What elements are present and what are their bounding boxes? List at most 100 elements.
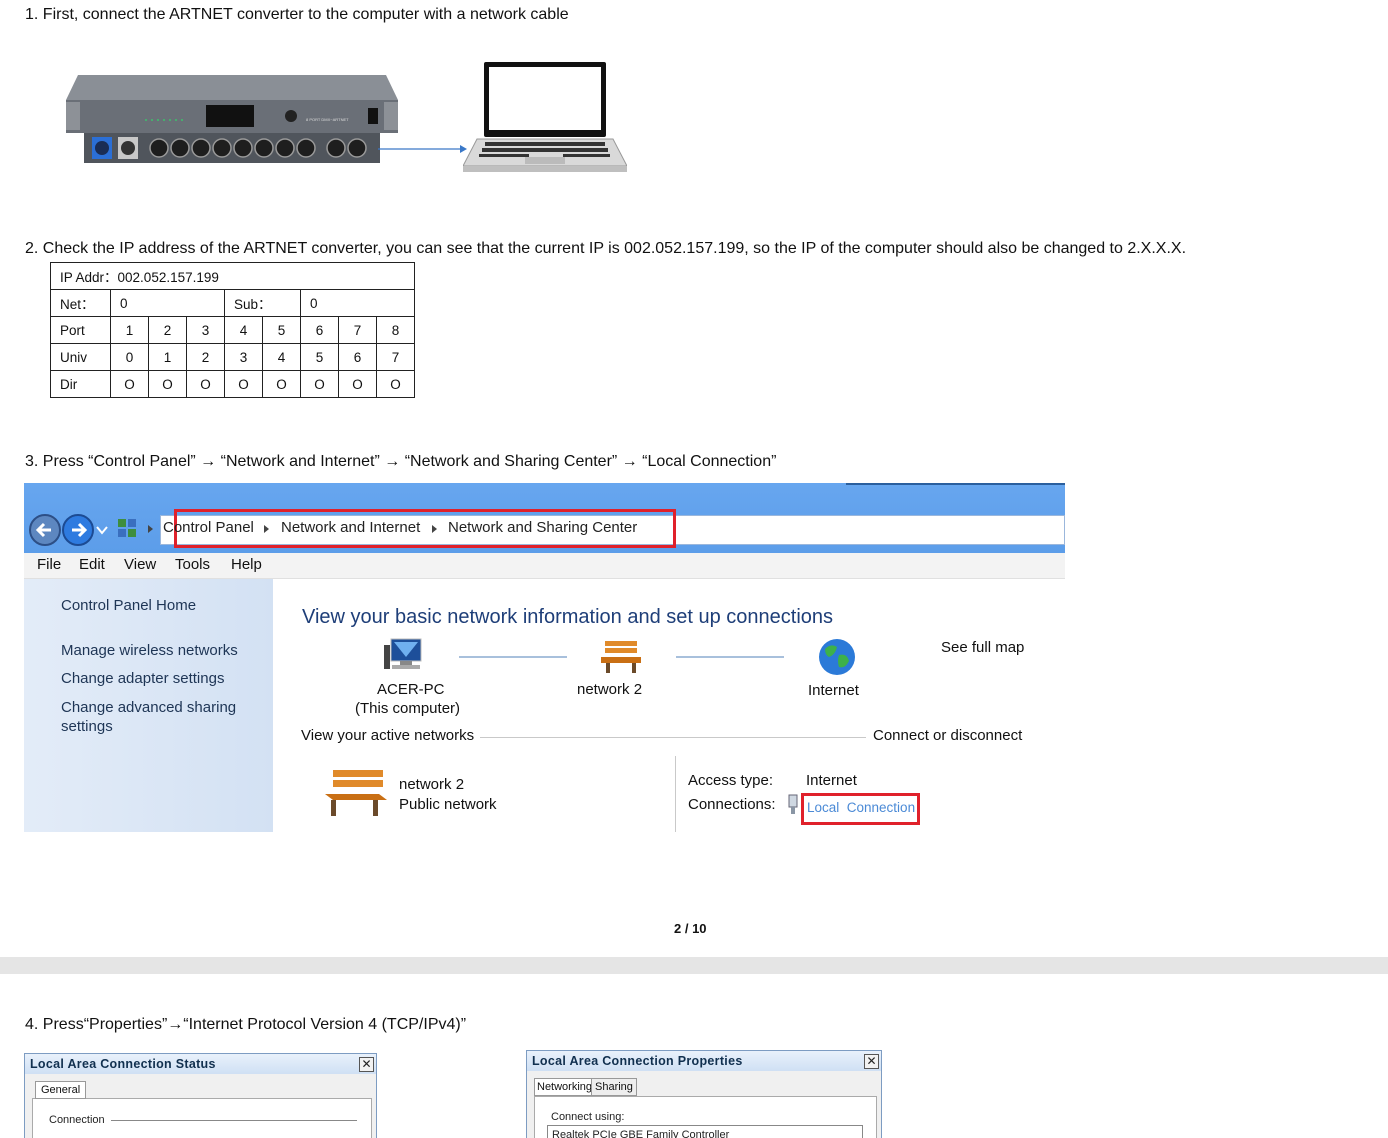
active-network-name: network 2 <box>399 776 465 793</box>
table-cell: 6 <box>300 316 339 344</box>
advanced-sharing-link-line2[interactable]: settings <box>61 718 113 735</box>
section-divider <box>111 1120 357 1121</box>
table-cell: O <box>300 370 339 398</box>
map-connector-line <box>459 656 567 658</box>
close-icon[interactable]: ✕ <box>359 1057 374 1072</box>
device-rear-panel <box>84 133 380 163</box>
table-cell: 7 <box>376 343 415 371</box>
row-label: Port <box>50 316 111 344</box>
table-cell: 4 <box>224 316 263 344</box>
ip-addr-cell: IP Addr：002.052.157.199 <box>50 262 415 290</box>
table-cell: O <box>262 370 301 398</box>
access-type-value: Internet <box>806 772 857 789</box>
table-cell: 4 <box>262 343 301 371</box>
table-cell: O <box>338 370 377 398</box>
local-connection-link[interactable]: Local Connection <box>807 800 915 815</box>
forward-arrow-icon[interactable] <box>61 513 95 547</box>
breadcrumb-separator-icon <box>432 525 437 533</box>
table-row: Dir O O O O O O O O <box>50 370 415 398</box>
section-divider <box>480 737 866 738</box>
breadcrumb-control-panel[interactable]: Control Panel <box>163 519 254 536</box>
network-sharing-center-window: Control Panel Network and Internet Netwo… <box>24 483 1065 832</box>
row-label: Univ <box>50 343 111 371</box>
control-panel-home-link[interactable]: Control Panel Home <box>61 597 196 614</box>
menu-edit[interactable]: Edit <box>79 556 105 573</box>
close-icon[interactable]: ✕ <box>864 1054 879 1069</box>
table-cell: 8 <box>376 316 415 344</box>
back-arrow-icon[interactable] <box>28 513 62 547</box>
connection-status-dialog: Local Area Connection Status ✕ General C… <box>24 1053 377 1138</box>
menu-tools[interactable]: Tools <box>175 556 210 573</box>
advanced-sharing-link[interactable]: Change advanced sharing <box>61 699 236 716</box>
control-panel-icon <box>118 519 136 537</box>
tab-networking[interactable]: Networking <box>534 1078 596 1096</box>
connect-using-label: Connect using: <box>551 1111 625 1123</box>
table-cell: 3 <box>186 316 225 344</box>
public-network-link[interactable]: Public network <box>399 796 497 813</box>
access-type-label: Access type: <box>688 772 774 789</box>
connection-section-label: Connection <box>49 1114 105 1126</box>
step-2-text: 2. Check the IP address of the ARTNET co… <box>25 240 1187 257</box>
step-3-text: 3. Press “Control Panel” → “Network and … <box>25 453 777 470</box>
menu-file[interactable]: File <box>37 556 61 573</box>
breadcrumb-separator-icon <box>264 525 269 533</box>
map-connector-line <box>676 656 784 658</box>
step-1-text: 1. First, connect the ARTNET converter t… <box>25 6 569 23</box>
page-number: 2 / 10 <box>674 921 707 936</box>
properties-dialog-title: Local Area Connection Properties <box>527 1051 881 1071</box>
table-cell: 1 <box>148 343 187 371</box>
chevron-down-icon[interactable] <box>96 525 108 535</box>
tab-sharing[interactable]: Sharing <box>591 1078 637 1096</box>
bench-icon <box>601 641 641 673</box>
row-label: Dir <box>50 370 111 398</box>
map-internet-label: Internet <box>808 682 859 699</box>
cable-arrow <box>378 145 467 153</box>
see-full-map-link[interactable]: See full map <box>941 639 1024 656</box>
computer-icon <box>384 638 422 669</box>
table-cell: O <box>186 370 225 398</box>
table-row: Univ 0 1 2 3 4 5 6 7 <box>50 343 415 371</box>
page-heading: View your basic network information and … <box>302 606 834 628</box>
sub-value: 0 <box>300 289 415 317</box>
net-value: 0 <box>110 289 225 317</box>
artnet-converter-image: 8 PORT DMX~ARTNET <box>66 75 398 133</box>
connection-properties-dialog: Local Area Connection Properties ✕ Netwo… <box>526 1050 882 1138</box>
table-cell: 0 <box>110 343 149 371</box>
menu-view[interactable]: View <box>124 556 156 573</box>
breadcrumb-separator-icon <box>148 525 153 533</box>
breadcrumb-network-internet[interactable]: Network and Internet <box>281 519 420 536</box>
page-separator <box>0 957 1388 974</box>
connections-label: Connections: <box>688 796 776 813</box>
table-cell: O <box>376 370 415 398</box>
step-4-text: 4. Press“Properties”→“Internet Protocol … <box>25 1016 467 1033</box>
table-cell: 3 <box>224 343 263 371</box>
table-row: Port 1 2 3 4 5 6 7 8 <box>50 316 415 344</box>
table-cell: 6 <box>338 343 377 371</box>
ip-config-table: IP Addr：002.052.157.199 Net： 0 Sub： 0 Po… <box>50 262 415 398</box>
vertical-divider <box>675 756 676 832</box>
table-cell: 2 <box>186 343 225 371</box>
table-cell: 5 <box>262 316 301 344</box>
table-cell: 7 <box>338 316 377 344</box>
table-cell: O <box>148 370 187 398</box>
table-cell: O <box>110 370 149 398</box>
active-networks-label: View your active networks <box>301 727 475 744</box>
table-cell: O <box>224 370 263 398</box>
map-network-name: network 2 <box>577 681 643 698</box>
titlebar-edge <box>846 483 1065 485</box>
laptop-image <box>463 62 627 172</box>
sub-label: Sub： <box>224 289 301 317</box>
computer-sub: (This computer) <box>355 700 461 717</box>
menu-help[interactable]: Help <box>231 556 262 573</box>
status-dialog-title: Local Area Connection Status <box>25 1054 376 1074</box>
table-cell: 2 <box>148 316 187 344</box>
ethernet-plug-icon <box>788 794 798 814</box>
net-label: Net： <box>50 289 111 317</box>
device-label: 8 PORT DMX~ARTNET <box>306 117 349 122</box>
tab-general[interactable]: General <box>35 1081 87 1099</box>
connect-disconnect-link[interactable]: Connect or disconnect <box>873 727 1022 744</box>
manage-wireless-link[interactable]: Manage wireless networks <box>61 642 238 659</box>
change-adapter-link[interactable]: Change adapter settings <box>61 670 224 687</box>
breadcrumb-sharing-center[interactable]: Network and Sharing Center <box>448 519 637 536</box>
computer-name: ACER-PC <box>377 681 445 698</box>
